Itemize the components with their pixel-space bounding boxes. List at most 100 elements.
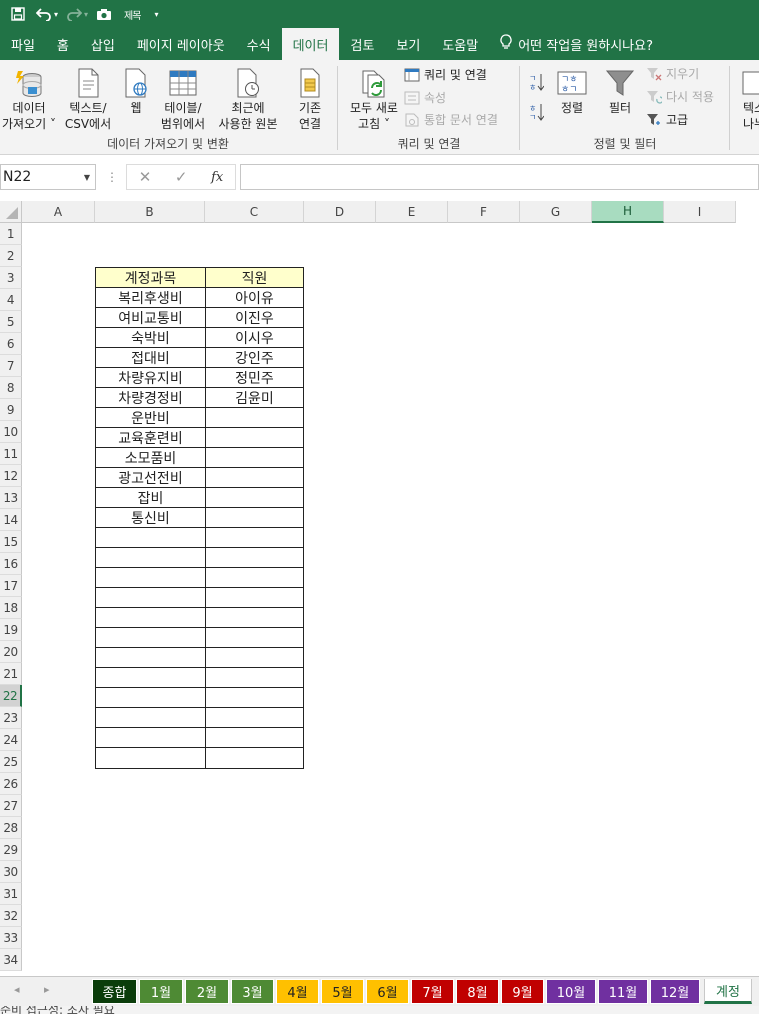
account-cell[interactable]	[95, 527, 206, 549]
name-box-dropdown-icon[interactable]: ▼	[84, 173, 90, 182]
column-header-d[interactable]: D	[304, 201, 376, 223]
account-cell[interactable]: 차량경정비	[95, 387, 206, 409]
tab-view[interactable]: 보기	[385, 28, 431, 60]
employee-cell[interactable]	[205, 527, 304, 549]
refresh-all-button[interactable]: 모두 새로 고침 ˅	[344, 66, 404, 132]
column-header-g[interactable]: G	[520, 201, 592, 223]
recent-sources-button[interactable]: 최근에 사용한 원본	[208, 66, 288, 132]
column-header-i[interactable]: I	[664, 201, 736, 223]
account-cell[interactable]	[95, 647, 206, 669]
redo-icon[interactable]	[64, 4, 84, 24]
row-header-30[interactable]: 30	[0, 861, 22, 883]
row-header-14[interactable]: 14	[0, 509, 22, 531]
account-cell[interactable]	[95, 707, 206, 729]
sheet-tab-5[interactable]: 5월	[321, 979, 364, 1004]
sheet-tab-8[interactable]: 8월	[456, 979, 499, 1004]
account-cell[interactable]	[95, 687, 206, 709]
employee-cell[interactable]: 김윤미	[205, 387, 304, 409]
row-header-11[interactable]: 11	[0, 443, 22, 465]
account-cell[interactable]	[95, 587, 206, 609]
account-cell[interactable]	[95, 747, 206, 769]
row-header-20[interactable]: 20	[0, 641, 22, 663]
employee-cell[interactable]	[205, 707, 304, 729]
row-header-9[interactable]: 9	[0, 399, 22, 421]
undo-dropdown-icon[interactable]: ▾	[54, 10, 58, 19]
row-header-15[interactable]: 15	[0, 531, 22, 553]
employee-cell[interactable]	[205, 427, 304, 449]
sheet-tab-10[interactable]: 10월	[546, 979, 596, 1004]
queries-connections-button[interactable]: 쿼리 및 연결	[404, 66, 487, 83]
tab-help[interactable]: 도움말	[431, 28, 489, 60]
sort-descending-button[interactable]: ㅎㄱ	[528, 102, 544, 122]
account-cell[interactable]	[95, 607, 206, 629]
employee-cell[interactable]	[205, 407, 304, 429]
name-box[interactable]: N22 ▼	[0, 164, 96, 190]
employee-cell[interactable]	[205, 467, 304, 489]
column-header-c[interactable]: C	[205, 201, 304, 223]
text-to-columns-button[interactable]: 텍스 나누	[734, 66, 759, 132]
row-header-25[interactable]: 25	[0, 751, 22, 773]
formula-input[interactable]	[240, 164, 759, 190]
sort-button[interactable]: ㄱㅎ ㅎㄱ 정렬	[552, 66, 592, 116]
row-header-4[interactable]: 4	[0, 289, 22, 311]
row-header-23[interactable]: 23	[0, 707, 22, 729]
cancel-icon[interactable]: ✕	[139, 168, 152, 186]
employee-cell[interactable]	[205, 567, 304, 589]
sheet-tab-11[interactable]: 11월	[598, 979, 648, 1004]
account-cell[interactable]: 교육훈련비	[95, 427, 206, 449]
employee-cell[interactable]	[205, 647, 304, 669]
employee-cell[interactable]	[205, 607, 304, 629]
employee-cell[interactable]: 정민주	[205, 367, 304, 389]
save-icon[interactable]	[8, 4, 28, 24]
account-cell[interactable]	[95, 547, 206, 569]
camera-icon[interactable]	[94, 4, 114, 24]
from-text-csv-button[interactable]: 텍스트/ CSV에서	[60, 66, 116, 132]
account-cell[interactable]: 잡비	[95, 487, 206, 509]
tab-home[interactable]: 홈	[46, 28, 80, 60]
sort-ascending-button[interactable]: ㄱㅎ	[528, 72, 544, 92]
row-header-17[interactable]: 17	[0, 575, 22, 597]
row-header-19[interactable]: 19	[0, 619, 22, 641]
sheet-tab-7[interactable]: 7월	[411, 979, 454, 1004]
row-header-16[interactable]: 16	[0, 553, 22, 575]
sheet-tab-0[interactable]: 종합	[92, 979, 137, 1004]
sheet-tab-4[interactable]: 4월	[276, 979, 319, 1004]
row-header-3[interactable]: 3	[0, 267, 22, 289]
employee-cell[interactable]	[205, 487, 304, 509]
column-header-b[interactable]: B	[95, 201, 205, 223]
employee-cell[interactable]	[205, 727, 304, 749]
tab-data[interactable]: 데이터	[281, 28, 340, 60]
tab-file[interactable]: 파일	[0, 28, 46, 60]
from-table-range-button[interactable]: 테이블/ 범위에서	[156, 66, 210, 132]
sheet-tab-6[interactable]: 6월	[366, 979, 409, 1004]
account-cell[interactable]: 숙박비	[95, 327, 206, 349]
column-header-e[interactable]: E	[376, 201, 448, 223]
account-cell[interactable]: 광고선전비	[95, 467, 206, 489]
row-header-26[interactable]: 26	[0, 773, 22, 795]
row-header-6[interactable]: 6	[0, 333, 22, 355]
header-employee[interactable]: 직원	[205, 267, 304, 289]
edit-links-button[interactable]: 통합 문서 연결	[404, 111, 498, 128]
sheet-tab-2[interactable]: 2월	[185, 979, 229, 1004]
account-cell[interactable]: 운반비	[95, 407, 206, 429]
column-header-f[interactable]: F	[448, 201, 520, 223]
redo-dropdown-icon[interactable]: ▾	[84, 10, 88, 19]
row-header-29[interactable]: 29	[0, 839, 22, 861]
employee-cell[interactable]	[205, 747, 304, 769]
account-cell[interactable]	[95, 567, 206, 589]
row-header-28[interactable]: 28	[0, 817, 22, 839]
filter-button[interactable]: 필터	[600, 66, 640, 116]
account-cell[interactable]: 통신비	[95, 507, 206, 529]
row-header-13[interactable]: 13	[0, 487, 22, 509]
scroll-tabs-right-icon[interactable]: ▸	[44, 983, 50, 996]
column-header-h[interactable]: H	[592, 201, 664, 223]
tell-me-search[interactable]: 어떤 작업을 원하시나요?	[489, 28, 664, 60]
row-header-2[interactable]: 2	[0, 245, 22, 267]
formula-bar-grip-icon[interactable]: ⋮	[106, 170, 118, 184]
account-cell[interactable]: 여비교통비	[95, 307, 206, 329]
row-header-21[interactable]: 21	[0, 663, 22, 685]
undo-icon[interactable]	[34, 4, 54, 24]
employee-cell[interactable]	[205, 447, 304, 469]
account-cell[interactable]: 접대비	[95, 347, 206, 369]
sheet-tab-1[interactable]: 1월	[139, 979, 183, 1004]
